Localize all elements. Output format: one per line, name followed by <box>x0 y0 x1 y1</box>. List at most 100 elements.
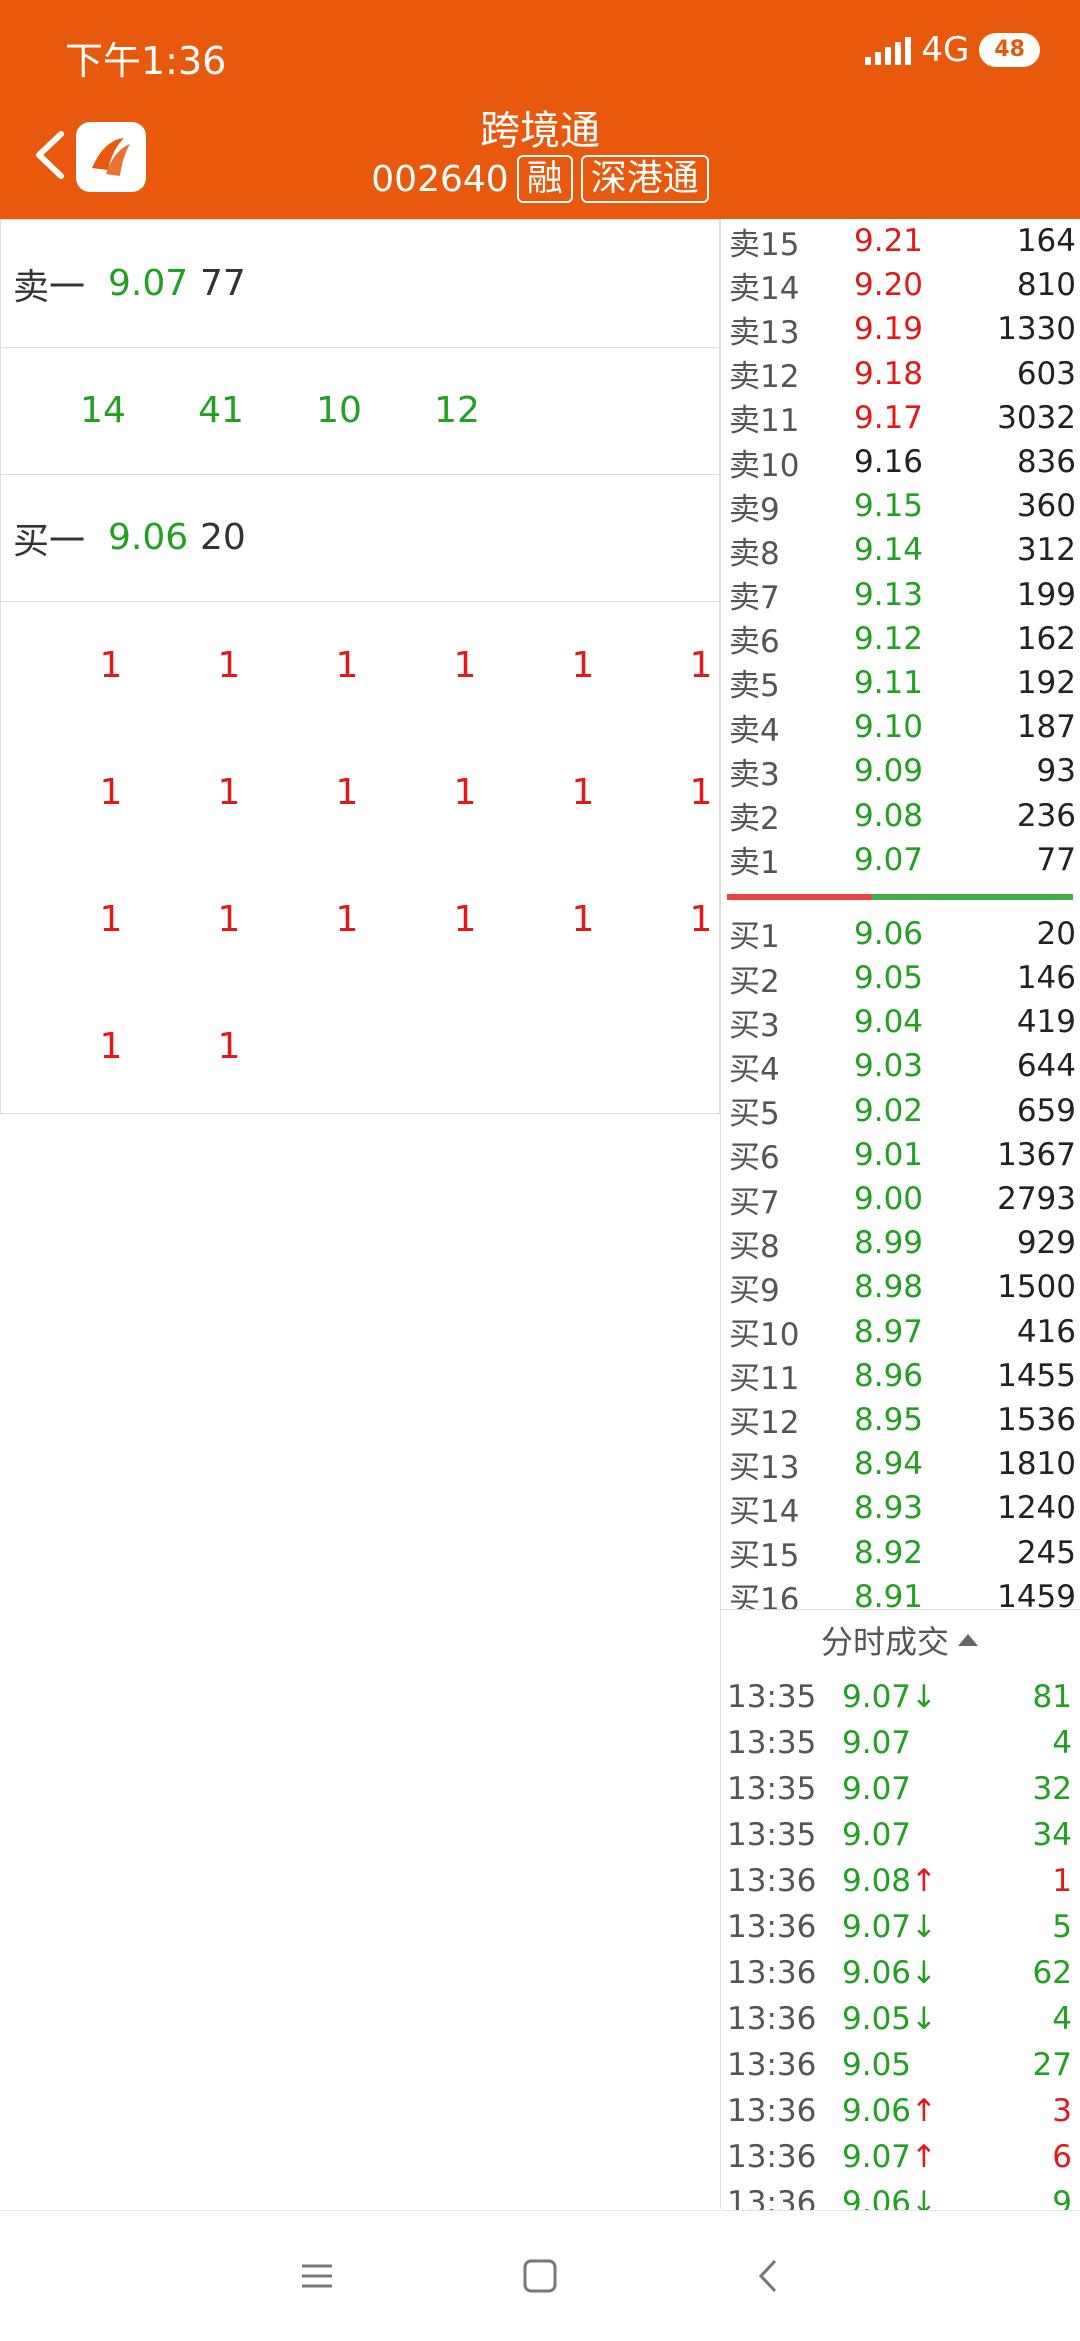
ask-level-row[interactable]: 卖14 9.20 810 <box>721 263 1079 307</box>
ask-level-price: 9.09 <box>854 753 924 790</box>
tick-volume: 62 <box>1032 1955 1072 1991</box>
order-item: 1 <box>571 772 595 813</box>
bid-level-label: 买1 <box>729 919 780 956</box>
queue-item: 10 <box>316 390 362 431</box>
bid-level-row[interactable]: 买11 8.96 1455 <box>721 1354 1079 1398</box>
order-item: 1 <box>335 645 359 686</box>
ask-level-row[interactable]: 卖5 9.11 192 <box>721 661 1079 705</box>
bid-level-row[interactable]: 买13 8.94 1810 <box>721 1442 1079 1486</box>
ask-level-row[interactable]: 卖13 9.19 1330 <box>721 307 1079 351</box>
ask-level-label: 卖13 <box>729 314 800 351</box>
bid-level-row[interactable]: 买2 9.05 146 <box>721 956 1079 1000</box>
ask-level-row[interactable]: 卖15 9.21 164 <box>721 219 1079 263</box>
ask-level-volume: 187 <box>1016 709 1076 746</box>
ticks-toggle[interactable]: 分时成交 <box>721 1609 1079 1670</box>
app-header: 下午1:36 4G 48 跨境通 002640 融 深港通 <box>0 0 1080 219</box>
bid-level-row[interactable]: 买1 9.06 20 <box>721 912 1079 956</box>
ask-level-row[interactable]: 卖2 9.08 236 <box>721 793 1079 838</box>
bid-level-price: 8.94 <box>854 1446 924 1483</box>
ask-level-row[interactable]: 卖11 9.17 3032 <box>721 396 1079 440</box>
ask-level-row[interactable]: 卖9 9.15 360 <box>721 484 1079 528</box>
order-item: 1 <box>453 772 477 813</box>
ask-level-label: 卖12 <box>729 359 800 396</box>
bid-level-price: 8.96 <box>854 1357 924 1394</box>
bid-level-price: 9.01 <box>854 1136 924 1173</box>
ask-level-row[interactable]: 卖10 9.16 836 <box>721 440 1079 484</box>
ask-level-volume: 360 <box>1016 488 1076 525</box>
bid-level-row[interactable]: 买4 9.03 644 <box>721 1044 1079 1088</box>
ask-level-volume: 162 <box>1016 620 1076 657</box>
tick-list[interactable]: 13:35 9.07↓ 81 13:35 9.07 4 13:35 9.07 32 13:35 9.… <box>721 1674 1079 2226</box>
page-title: 跨境通 <box>480 108 600 154</box>
sell1-row[interactable]: 卖一 9.07 77 <box>1 220 719 348</box>
tick-time: 13:35 <box>727 1679 817 1715</box>
bid-level-price: 8.98 <box>854 1269 924 1306</box>
bid-level-price: 8.93 <box>854 1490 924 1527</box>
ask-level-volume: 810 <box>1016 267 1076 304</box>
ask-level-row[interactable]: 卖6 9.12 162 <box>721 617 1079 661</box>
tick-price-value: 9.06 <box>842 2093 912 2129</box>
bid-level-row[interactable]: 买3 9.04 419 <box>721 1000 1079 1044</box>
bid-level-row[interactable]: 买9 8.98 1500 <box>721 1265 1079 1309</box>
queue-item: 14 <box>80 390 126 431</box>
ask-level-row[interactable]: 卖4 9.10 187 <box>721 705 1079 749</box>
order-item: 1 <box>99 1026 123 1067</box>
tick-volume: 27 <box>1032 2047 1072 2083</box>
bid-level-volume: 659 <box>1016 1092 1076 1129</box>
ask-level-volume: 3032 <box>997 399 1076 436</box>
bid-level-volume: 419 <box>1016 1004 1076 1041</box>
tick-price-value: 9.07 <box>842 1771 912 1807</box>
bid-level-row[interactable]: 买5 9.02 659 <box>721 1089 1079 1133</box>
buy1-row[interactable]: 买一 9.06 20 <box>1 474 719 602</box>
ask-level-label: 卖9 <box>729 491 780 528</box>
network-type: 4G <box>921 30 970 70</box>
ask-level-label: 卖14 <box>729 270 800 307</box>
ask-level-label: 卖4 <box>729 712 780 749</box>
tick-row: 13:35 9.07 34 <box>721 1812 1079 1858</box>
order-item: 1 <box>99 772 123 813</box>
tick-volume: 32 <box>1032 1771 1072 1807</box>
bid-level-price: 8.97 <box>854 1313 924 1350</box>
nav-back-button[interactable] <box>743 2251 793 2301</box>
menu-icon <box>302 2264 332 2288</box>
bid-level-row[interactable]: 买10 8.97 416 <box>721 1310 1079 1354</box>
bid-level-row[interactable]: 买14 8.93 1240 <box>721 1486 1079 1530</box>
bid-level-row[interactable]: 买6 9.01 1367 <box>721 1133 1079 1177</box>
ask-level-price: 9.18 <box>854 355 924 392</box>
bid-level-label: 买10 <box>729 1317 800 1354</box>
tick-time: 13:36 <box>727 1863 817 1899</box>
bid-ask-divider <box>727 893 1073 900</box>
tick-price: 9.05 <box>842 2047 992 2083</box>
ask-level-row[interactable]: 卖3 9.09 93 <box>721 749 1079 793</box>
bid-level-row[interactable]: 买15 8.92 245 <box>721 1530 1079 1575</box>
nav-back-icon <box>758 2259 777 2293</box>
menu-button[interactable] <box>292 2251 342 2301</box>
ticks-title: 分时成交 <box>820 1623 949 1661</box>
home-button[interactable] <box>515 2251 565 2301</box>
tick-price-value: 9.07 <box>842 1817 912 1853</box>
ask-level-row[interactable]: 卖7 9.13 199 <box>721 573 1079 617</box>
bid-level-row[interactable]: 买7 9.00 2793 <box>721 1177 1079 1221</box>
bid-level-row[interactable]: 买8 8.99 929 <box>721 1221 1079 1265</box>
tick-price-value: 9.07 <box>842 1679 912 1715</box>
bid-level-label: 买3 <box>729 1007 780 1044</box>
buy1-price: 9.06 <box>108 517 189 558</box>
arrow-up-icon: ↑ <box>911 2139 938 2175</box>
bid-level-row[interactable]: 买16 8.91 1459 <box>721 1575 1079 1609</box>
stock-code: 002640 <box>371 158 509 200</box>
arrow-down-icon: ↓ <box>911 2001 938 2037</box>
arrow-down-icon: ↓ <box>911 1679 938 1715</box>
ask-level-row[interactable]: 卖8 9.14 312 <box>721 528 1079 572</box>
order-book[interactable]: 卖15 9.21 164 卖14 9.20 810 卖13 9.19 1330 卖12 9.18 60… <box>721 219 1079 1609</box>
ask-level-price: 9.13 <box>854 576 924 613</box>
bid-level-row[interactable]: 买12 8.95 1536 <box>721 1398 1079 1442</box>
bid-level-volume: 1459 <box>997 1578 1076 1609</box>
bid-level-price: 9.05 <box>854 960 924 997</box>
bid-level-volume: 416 <box>1016 1313 1076 1350</box>
bid-level-price: 9.00 <box>854 1181 924 1218</box>
ask-level-row[interactable]: 卖1 9.07 77 <box>721 838 1079 882</box>
ask-level-row[interactable]: 卖12 9.18 603 <box>721 352 1079 396</box>
tick-price: 9.07↓ <box>842 1909 992 1945</box>
bid-level-label: 买4 <box>729 1051 780 1088</box>
ask-level-price: 9.16 <box>854 444 924 481</box>
